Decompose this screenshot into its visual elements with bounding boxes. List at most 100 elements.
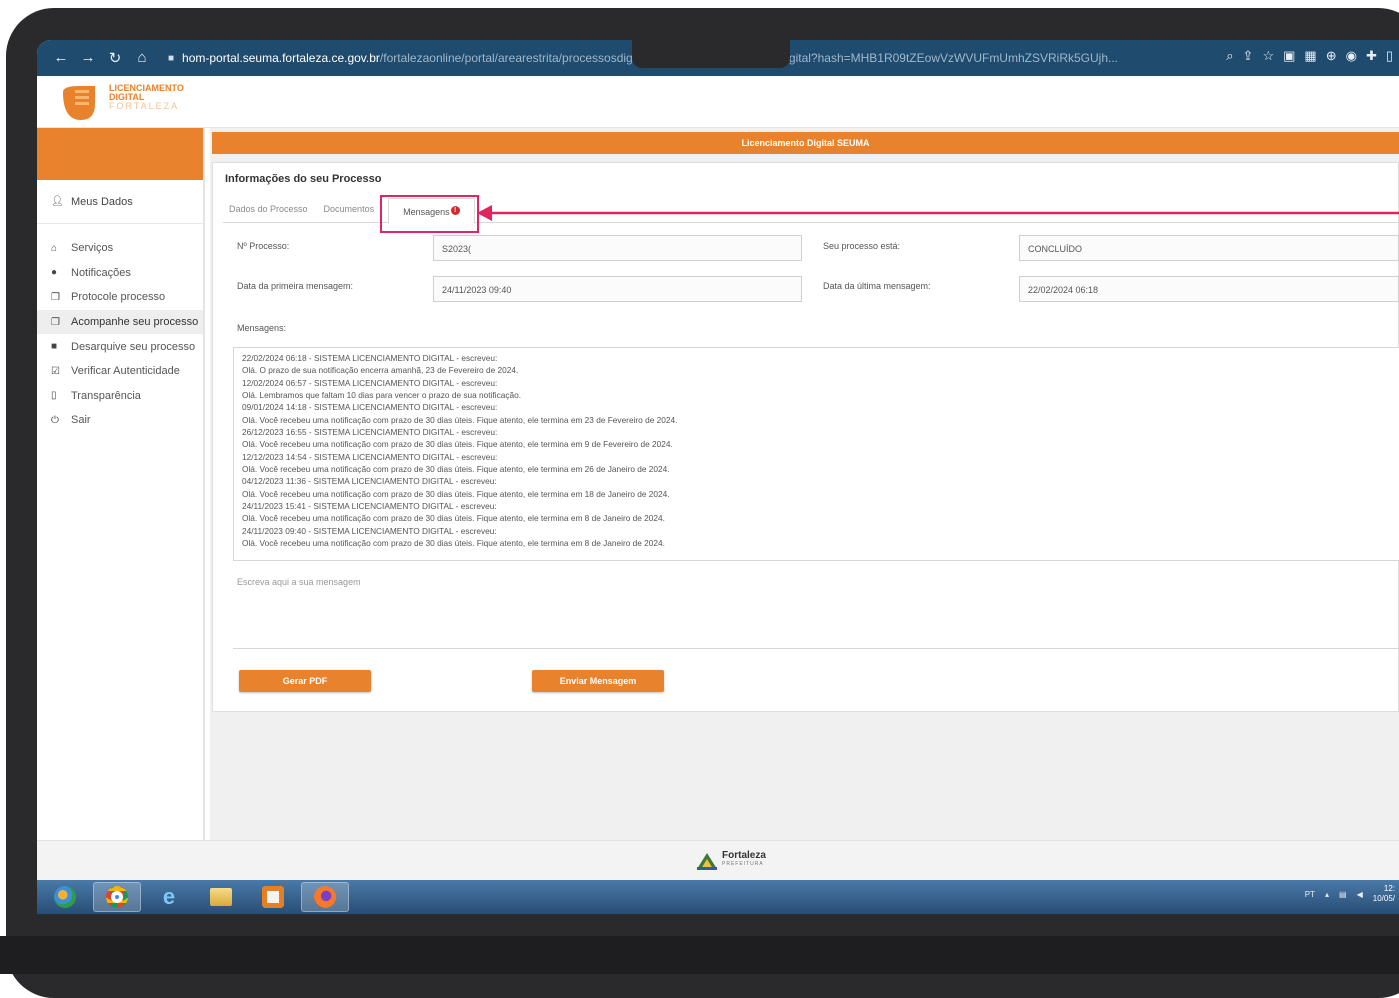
reload-icon[interactable]: ↻: [103, 49, 127, 67]
taskbar-firefox[interactable]: [301, 882, 349, 912]
logo-text: LICENCIAMENTO DIGITAL FORTALEZA: [109, 84, 184, 111]
bookmark-star-icon[interactable]: ☆: [1262, 48, 1274, 64]
puzzle-icon[interactable]: ✚: [1366, 48, 1377, 64]
message-line: Olá. Você recebeu uma notificação com pr…: [242, 513, 665, 524]
copy-icon: ❐: [51, 291, 60, 303]
archive-icon: ■: [51, 341, 58, 353]
status-field: CONCLUÍDO: [1019, 235, 1399, 261]
sidebar-item-transparencia[interactable]: ▯ Transparência: [37, 384, 203, 409]
sidebar-item-label: Sair: [71, 414, 91, 427]
ultima-mensagem-label: Data da última mensagem:: [823, 281, 931, 291]
message-line: Olá. Você recebeu uma notificação com pr…: [242, 538, 665, 549]
sidebar-item-label: Protocole processo: [71, 291, 166, 304]
sidebar-item-label: Transparência: [71, 389, 141, 402]
laptop-screen: ← → ↻ ⌂ ■ hom-portal.seuma.fortaleza.ce.…: [37, 40, 1399, 914]
check-icon: ☑: [51, 365, 60, 377]
firefox-icon: [314, 886, 336, 908]
sidebar-item-acompanhe[interactable]: ❐ Acompanhe seu processo: [37, 309, 203, 335]
clock-time: 12:: [1383, 884, 1395, 893]
browser-extensions: ⌕ ⇪ ☆ ▣ ▦ ⊕ ◉ ✚ ▯: [1226, 48, 1393, 64]
internet-explorer-icon: e: [162, 884, 176, 909]
os-taskbar: e PT ▴ ▤ ◀︎ 12: 10/05/: [37, 880, 1399, 914]
message-line: 12/12/2023 14:54 - SISTEMA LICENCIAMENTO…: [242, 451, 498, 462]
user-icon: 👤︎: [51, 196, 64, 207]
message-line: 24/11/2023 15:41 - SISTEMA LICENCIAMENTO…: [242, 501, 497, 512]
taskbar-chrome[interactable]: [93, 882, 141, 912]
sidepanel-icon[interactable]: ▯: [1386, 48, 1393, 64]
back-arrow-icon[interactable]: ←: [49, 49, 73, 67]
message-input[interactable]: Escreva aqui a sua mensagem: [233, 575, 1399, 649]
sidebar-item-meus-dados[interactable]: 👤︎ Meus Dados: [37, 180, 203, 224]
clock-date: 10/05/: [1372, 894, 1395, 903]
browser-nav: ← → ↻ ⌂: [49, 49, 154, 67]
lock-icon: ■: [168, 52, 175, 64]
extension-icon[interactable]: ⊕: [1326, 48, 1337, 64]
message-line: Olá. Você recebeu uma notificação com pr…: [242, 464, 670, 475]
share-icon[interactable]: ⇪: [1243, 48, 1254, 64]
network-icon[interactable]: ▤: [1339, 890, 1347, 899]
taskbar-ie[interactable]: e: [145, 882, 193, 912]
message-line: 22/02/2024 06:18 - SISTEMA LICENCIAMENTO…: [242, 353, 498, 363]
windows-start-icon: [54, 886, 76, 908]
extension-icon[interactable]: ▣: [1283, 48, 1295, 64]
sidebar-item-sair[interactable]: ⏻ Sair: [37, 408, 203, 433]
extension-icon[interactable]: ◉: [1346, 48, 1357, 64]
start-button[interactable]: [41, 882, 89, 912]
copy-icon: ❐: [51, 316, 60, 328]
tray-arrow-icon[interactable]: ▴: [1325, 890, 1329, 899]
message-line: Olá. O prazo de sua notificação encerra …: [242, 365, 519, 376]
sidebar-item-desarquive[interactable]: ■ Desarquive seu processo: [37, 334, 203, 359]
sidebar: 👤︎ Meus Dados ⌂ Serviços ● Notificações ❐ P…: [37, 128, 205, 840]
sidebar-item-label: Acompanhe seu processo: [71, 316, 199, 329]
messages-list[interactable]: 22/02/2024 06:18 - SISTEMA LICENCIAMENTO…: [233, 347, 1399, 561]
processo-label: Nº Processo:: [237, 241, 290, 251]
tab-documentos[interactable]: Documentos: [318, 195, 385, 222]
message-line: Olá. Você recebeu uma notificação com pr…: [242, 414, 678, 425]
system-tray: PT ▴ ▤ ◀︎ 12: 10/05/: [1305, 884, 1395, 904]
sidebar-item-verificar[interactable]: ☑ Verificar Autenticidade: [37, 359, 203, 384]
alert-icon: ●: [51, 267, 58, 279]
zoom-icon[interactable]: ⌕: [1226, 48, 1233, 64]
status-label: Seu processo está:: [823, 241, 901, 251]
footer-logo-sub: PREFEITURA: [722, 861, 764, 867]
laptop-base: [0, 936, 1399, 974]
mensagens-label: Mensagens:: [237, 323, 287, 333]
gerar-pdf-button[interactable]: Gerar PDF: [239, 670, 371, 692]
media-player-icon: [262, 886, 284, 908]
camera-notch: [632, 40, 790, 68]
volume-icon[interactable]: ◀︎: [1357, 890, 1363, 899]
taskbar-media[interactable]: [249, 882, 297, 912]
message-line: 12/02/2024 06:57 - SISTEMA LICENCIAMENTO…: [242, 377, 498, 388]
enviar-mensagem-button[interactable]: Enviar Mensagem: [532, 670, 664, 692]
process-card: Informações do seu Processo Dados do Pro…: [212, 162, 1399, 712]
chrome-icon: [106, 886, 128, 908]
page-title: Informações do seu Processo: [225, 173, 382, 185]
power-icon: ⏻: [51, 414, 59, 426]
forward-arrow-icon[interactable]: →: [76, 49, 100, 67]
clock[interactable]: 12: 10/05/: [1373, 884, 1395, 904]
message-line: Olá. Lembramos que faltam 10 dias para v…: [242, 390, 522, 401]
url-host: hom-portal.seuma.fortaleza.ce.gov.br: [182, 51, 380, 65]
sidebar-item-servicos[interactable]: ⌂ Serviços: [37, 236, 203, 261]
app-header: LICENCIAMENTO DIGITAL FORTALEZA: [37, 76, 1399, 128]
message-line: Olá. Você recebeu uma notificação com pr…: [242, 488, 670, 499]
sidebar-item-notificacoes[interactable]: ● Notificações: [37, 261, 203, 286]
home-icon: ⌂: [51, 242, 58, 254]
sidebar-item-protocole[interactable]: ❐ Protocole processo: [37, 285, 203, 310]
sidebar-item-label: Notificações: [71, 266, 131, 279]
sidebar-menu: ⌂ Serviços ● Notificações ❐ Protocole proce…: [37, 236, 203, 433]
home-icon[interactable]: ⌂: [130, 49, 154, 67]
language-indicator[interactable]: PT: [1305, 890, 1315, 899]
fortaleza-logo: Fortaleza PREFEITURA: [695, 849, 766, 871]
message-line: Olá. Você recebeu uma notificação com pr…: [242, 439, 673, 450]
url-tail: odigital?hash=MHB1R09tZEowVzWVUFmUmhZSVR…: [772, 51, 1118, 65]
tab-dados-processo[interactable]: Dados do Processo: [223, 195, 318, 222]
taskbar-explorer[interactable]: [197, 882, 245, 912]
sidebar-item-label: Desarquive seu processo: [71, 340, 196, 353]
extension-icon[interactable]: ▦: [1304, 48, 1316, 64]
message-line: 24/11/2023 09:40 - SISTEMA LICENCIAMENTO…: [242, 525, 497, 536]
url-path: /fortalezaonline/portal/arearestrita/pro…: [379, 51, 639, 65]
folder-icon: [210, 888, 232, 906]
page-footer: Fortaleza PREFEITURA: [37, 840, 1399, 880]
sidebar-item-label: Meus Dados: [71, 195, 133, 208]
